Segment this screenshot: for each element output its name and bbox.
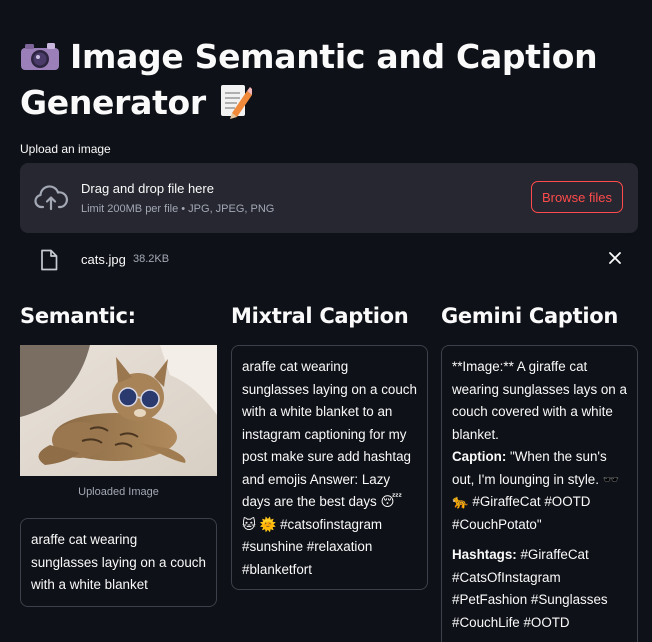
gemini-caption-label: Caption: <box>452 449 507 464</box>
gemini-hashtags-line: Hashtags: #GiraffeCat #CatsOfInstagram #… <box>452 544 628 634</box>
gemini-caption-line: Caption: "When the sun's out, I'm loungi… <box>452 446 628 536</box>
file-size: 38.2KB <box>133 253 170 265</box>
gemini-column: Gemini Caption **Image:** A giraffe cat … <box>441 300 638 642</box>
title-text: Image Semantic and Caption Generator <box>20 37 598 122</box>
file-icon <box>41 249 58 271</box>
page-title: Image Semantic and Caption Generator <box>20 34 620 126</box>
mixtral-output-box: araffe cat wearing sunglasses laying on … <box>231 345 428 590</box>
mixtral-heading: Mixtral Caption <box>231 304 409 328</box>
app-page: Image Semantic and Caption Generator Upl… <box>0 0 652 642</box>
browse-files-button[interactable]: Browse files <box>531 181 623 213</box>
semantic-output-box: araffe cat wearing sunglasses laying on … <box>20 518 217 607</box>
memo-icon <box>220 85 254 119</box>
dropzone-instructions: Drag and drop file here <box>81 181 214 196</box>
mixtral-column: Mixtral Caption araffe cat wearing sungl… <box>231 300 428 590</box>
gemini-image-line: **Image:** A giraffe cat wearing sunglas… <box>452 359 627 442</box>
semantic-heading: Semantic: <box>20 304 136 328</box>
dropzone-limit: Limit 200MB per file • JPG, JPEG, PNG <box>81 203 275 215</box>
upload-label: Upload an image <box>20 142 111 156</box>
semantic-text: araffe cat wearing sunglasses laying on … <box>31 532 206 592</box>
uploaded-image <box>20 345 217 476</box>
camera-icon <box>21 43 59 70</box>
close-icon[interactable] <box>608 251 622 265</box>
file-dropzone[interactable]: Drag and drop file here Limit 200MB per … <box>20 163 638 233</box>
gemini-heading: Gemini Caption <box>441 304 619 328</box>
image-caption: Uploaded Image <box>78 486 159 498</box>
semantic-column: Semantic: Uploaded Image araffe cat wear… <box>20 300 217 607</box>
cloud-upload-icon <box>34 185 68 211</box>
file-name: cats.jpg <box>81 252 126 267</box>
mixtral-text: araffe cat wearing sunglasses laying on … <box>242 359 417 577</box>
gemini-output-box: **Image:** A giraffe cat wearing sunglas… <box>441 345 638 642</box>
uploaded-file-row: cats.jpg 38.2KB <box>20 246 638 274</box>
gemini-hashtags-label: Hashtags: <box>452 547 517 562</box>
